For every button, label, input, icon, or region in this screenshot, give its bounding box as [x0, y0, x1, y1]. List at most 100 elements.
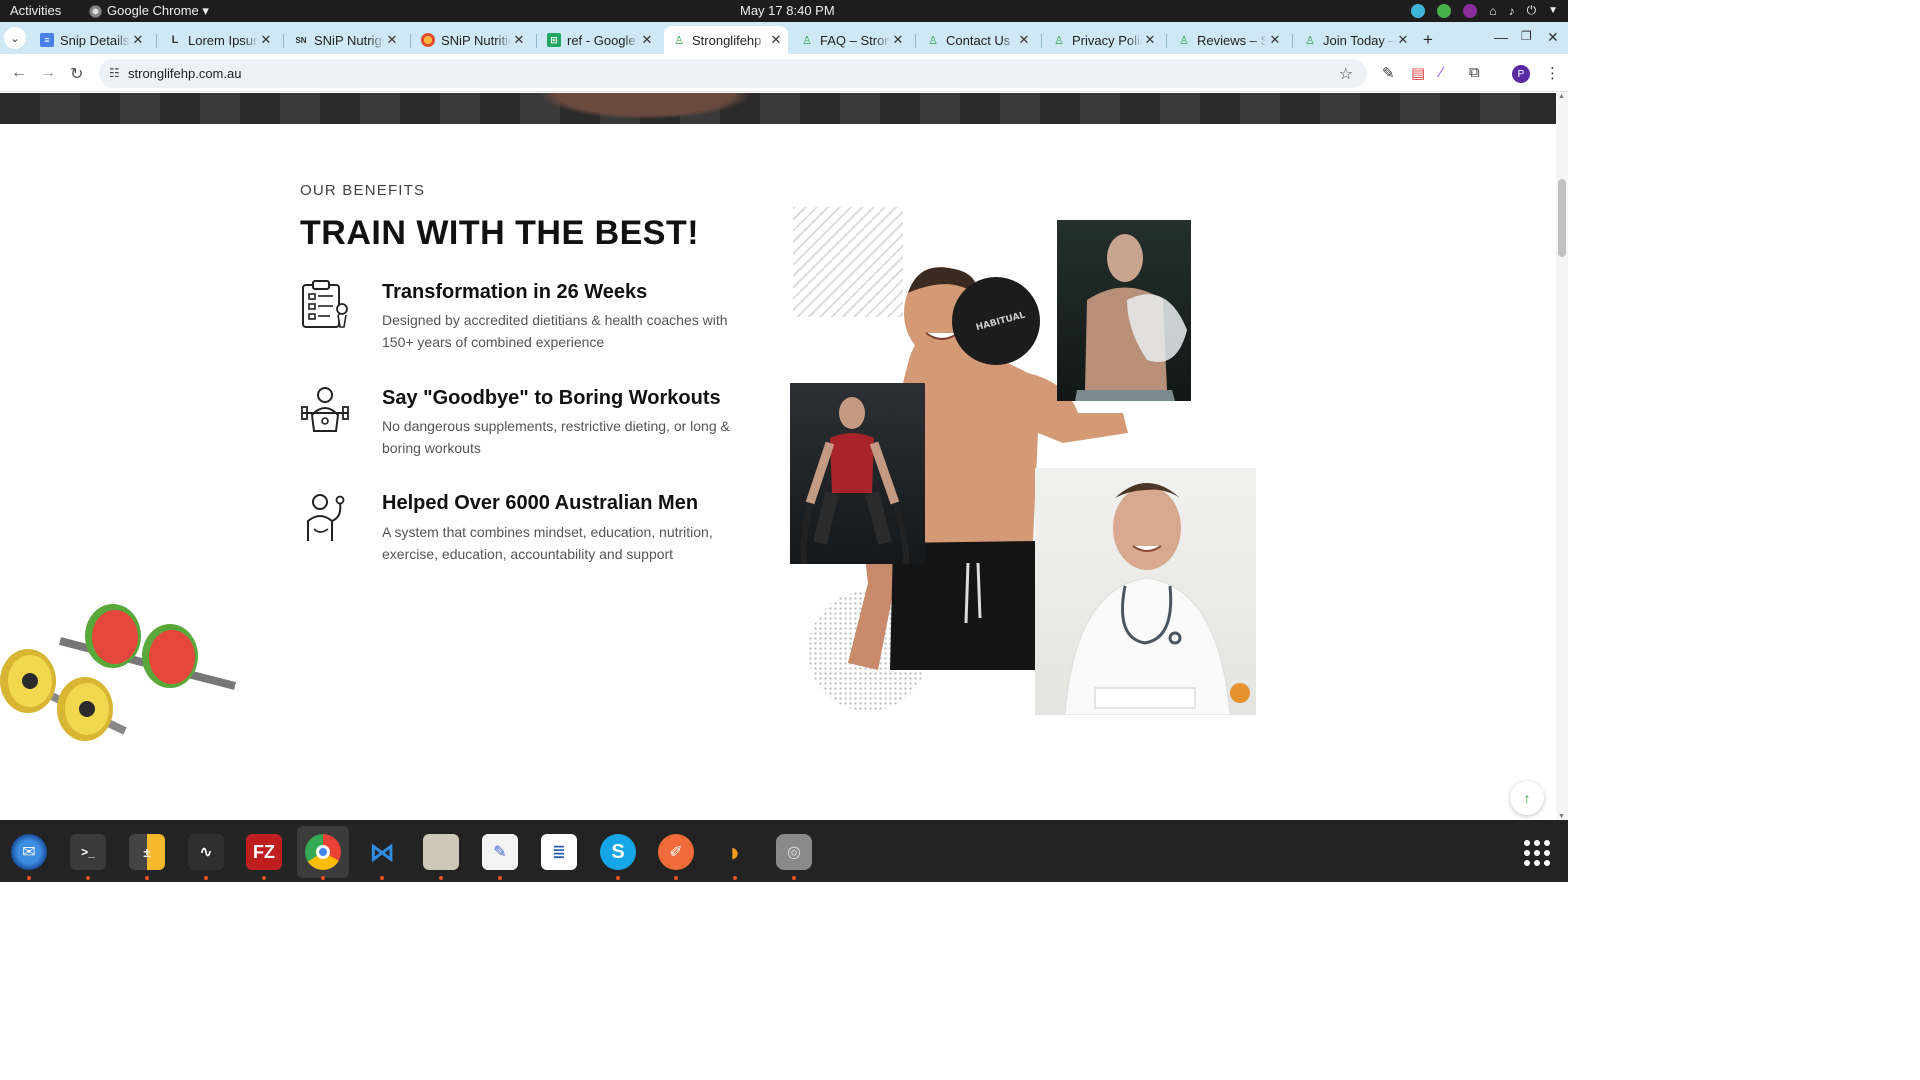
files-icon[interactable] [423, 834, 459, 870]
close-icon[interactable]: ✕ [768, 32, 784, 48]
tab-faq[interactable]: ♙ FAQ – Stronglife ✕ [792, 26, 910, 54]
site-info-icon[interactable]: ☷ [109, 66, 120, 80]
scrollbar-thumb[interactable] [1558, 179, 1566, 257]
tab-separator [1292, 34, 1293, 48]
docs-icon: ≡ [40, 33, 54, 47]
benefit-description: No dangerous supplements, restrictive di… [382, 418, 730, 456]
back-to-top-button[interactable]: ↑ [1510, 781, 1544, 815]
calculator-icon[interactable]: ± [129, 834, 165, 870]
running-indicator [380, 876, 384, 880]
extensions-puzzle-icon[interactable]: ⧉ [1469, 64, 1480, 81]
benefit-title: Helped Over 6000 Australian Men [382, 492, 699, 514]
text-editor-icon[interactable]: ✎ [482, 834, 518, 870]
pen-extension-icon[interactable]: ⁄ [1440, 64, 1443, 81]
hero-face [520, 93, 770, 124]
calendar-extension-icon[interactable]: ▤ [1411, 64, 1425, 82]
tab-snip-nutrigenomics[interactable]: SN SNiP Nutrigenomics ✕ [286, 26, 404, 54]
tab-title: SNiP Nutrition [441, 32, 511, 48]
restore-icon[interactable]: ❐ [1521, 29, 1532, 43]
tab-lorem-ipsum[interactable]: L Lorem Ipsum ✕ [160, 26, 278, 54]
eyedropper-extension-icon[interactable]: ✎ [1382, 64, 1395, 82]
tab-separator [915, 34, 916, 48]
running-indicator [262, 876, 266, 880]
tab-privacy-policy[interactable]: ♙ Privacy Policy ✕ [1044, 26, 1162, 54]
url-text[interactable]: stronglifehp.com.au [128, 66, 241, 81]
stronglife-icon: ♙ [928, 34, 938, 47]
chrome-icon[interactable] [297, 826, 349, 878]
tab-title: Lorem Ipsum [188, 32, 258, 48]
close-icon[interactable]: ✕ [130, 32, 146, 48]
clock[interactable]: May 17 8:40 PM [740, 3, 835, 18]
scroll-down-icon[interactable]: ▼ [1558, 813, 1565, 820]
close-icon[interactable]: ✕ [1016, 32, 1032, 48]
ubuntu-dock: ✉ >_ ± ∿ FZ ⋈ ✎ ≣ S ✐ ◗ ◎ [0, 820, 1568, 882]
chevron-down-icon[interactable]: ▼ [1548, 5, 1558, 16]
back-arrow-icon[interactable]: ← [11, 64, 27, 82]
close-icon[interactable]: ✕ [384, 32, 400, 48]
running-indicator [674, 876, 678, 880]
system-monitor-icon[interactable]: ∿ [188, 834, 224, 870]
app-menu-label: Google Chrome ▾ [107, 3, 209, 18]
tab-join-today[interactable]: ♙ Join Today – Stronglife ✕ [1295, 26, 1415, 54]
system-top-bar: Activities Google Chrome ▾ May 17 8:40 P… [0, 0, 1568, 22]
bookmark-star-icon[interactable]: ☆ [1339, 64, 1353, 84]
window-close-icon[interactable]: ✕ [1547, 29, 1559, 46]
close-icon[interactable]: ✕ [639, 32, 655, 48]
forward-arrow-icon[interactable]: → [40, 64, 56, 82]
close-icon[interactable]: ✕ [1267, 32, 1283, 48]
sync-icon[interactable] [1411, 3, 1426, 18]
tab-contact-us[interactable]: ♙ Contact Us – Stronglife ✕ [918, 26, 1036, 54]
tab-reviews[interactable]: ♙ Reviews – Stronglife ✕ [1169, 26, 1287, 54]
reload-icon[interactable]: ↻ [70, 64, 83, 84]
running-indicator [27, 876, 31, 880]
postman-icon[interactable]: ✐ [658, 834, 694, 870]
tab-separator [1166, 34, 1167, 48]
tab-search-button[interactable]: ⌄ [4, 27, 26, 49]
app-flame-icon[interactable]: ◗ [717, 834, 753, 870]
tab-separator [410, 34, 411, 48]
new-tab-button[interactable]: + [1423, 30, 1433, 50]
disk-icon[interactable]: ◎ [776, 834, 812, 870]
chevron-down-icon: ⌄ [10, 32, 20, 45]
skype-icon[interactable]: S [600, 834, 636, 870]
tab-snip-nutrition[interactable]: SNiP Nutrition ✕ [413, 26, 531, 54]
close-icon[interactable]: ✕ [258, 32, 274, 48]
benefit-description: A system that combines mindset, educatio… [382, 524, 713, 562]
stronglife-icon: ♙ [674, 34, 684, 47]
tab-stronglifehp[interactable]: ♙ Stronglifehp ✕ [664, 26, 788, 54]
tab-ref-google-sheets[interactable]: ⊞ ref - Google Sheets ✕ [539, 26, 659, 54]
activities-button[interactable]: Activities [10, 3, 61, 18]
volume-icon[interactable]: ♪ [1509, 4, 1515, 18]
benefit-description: Designed by accredited dietitians & heal… [382, 312, 728, 350]
filezilla-icon[interactable]: FZ [246, 834, 282, 870]
close-icon[interactable]: ✕ [890, 32, 906, 48]
tab-snip-details[interactable]: ≡ Snip Details ✕ [32, 26, 150, 54]
power-icon[interactable]: ⏻ [1527, 3, 1537, 18]
stronglife-icon: ♙ [1179, 34, 1189, 47]
vscode-icon[interactable]: ⋈ [364, 834, 400, 870]
stronglife-icon: ♙ [1054, 34, 1064, 47]
terminal-icon[interactable]: >_ [70, 834, 106, 870]
running-indicator [792, 876, 796, 880]
app-indicator-icon[interactable] [1463, 3, 1478, 18]
network-icon[interactable]: ⌂ [1489, 4, 1496, 18]
libreoffice-writer-icon[interactable]: ≣ [541, 834, 577, 870]
address-bar[interactable]: ☷ stronglifehp.com.au ☆ [99, 59, 1367, 88]
tab-title: Contact Us – Stronglife [946, 32, 1016, 48]
close-icon[interactable]: ✕ [511, 32, 527, 48]
check-icon[interactable] [1437, 3, 1452, 18]
man-with-battle-ropes-photo [790, 383, 925, 564]
minimize-icon[interactable]: — [1494, 29, 1508, 45]
profile-avatar[interactable]: P [1512, 65, 1530, 83]
close-icon[interactable]: ✕ [1395, 32, 1411, 48]
close-icon[interactable]: ✕ [1142, 32, 1158, 48]
more-menu-icon[interactable]: ⋮ [1545, 64, 1560, 82]
snip-icon: SN [295, 35, 307, 45]
thunderbird-icon[interactable]: ✉ [11, 834, 47, 870]
running-indicator [321, 876, 325, 880]
system-tray[interactable]: ⌂ ♪ ⏻ ▼ [1411, 3, 1558, 18]
page-scrollbar[interactable]: ▲ ▼ [1556, 93, 1568, 820]
app-menu[interactable]: Google Chrome ▾ [89, 3, 209, 19]
show-applications-button[interactable] [1524, 840, 1550, 866]
scroll-up-icon[interactable]: ▲ [1558, 93, 1565, 100]
